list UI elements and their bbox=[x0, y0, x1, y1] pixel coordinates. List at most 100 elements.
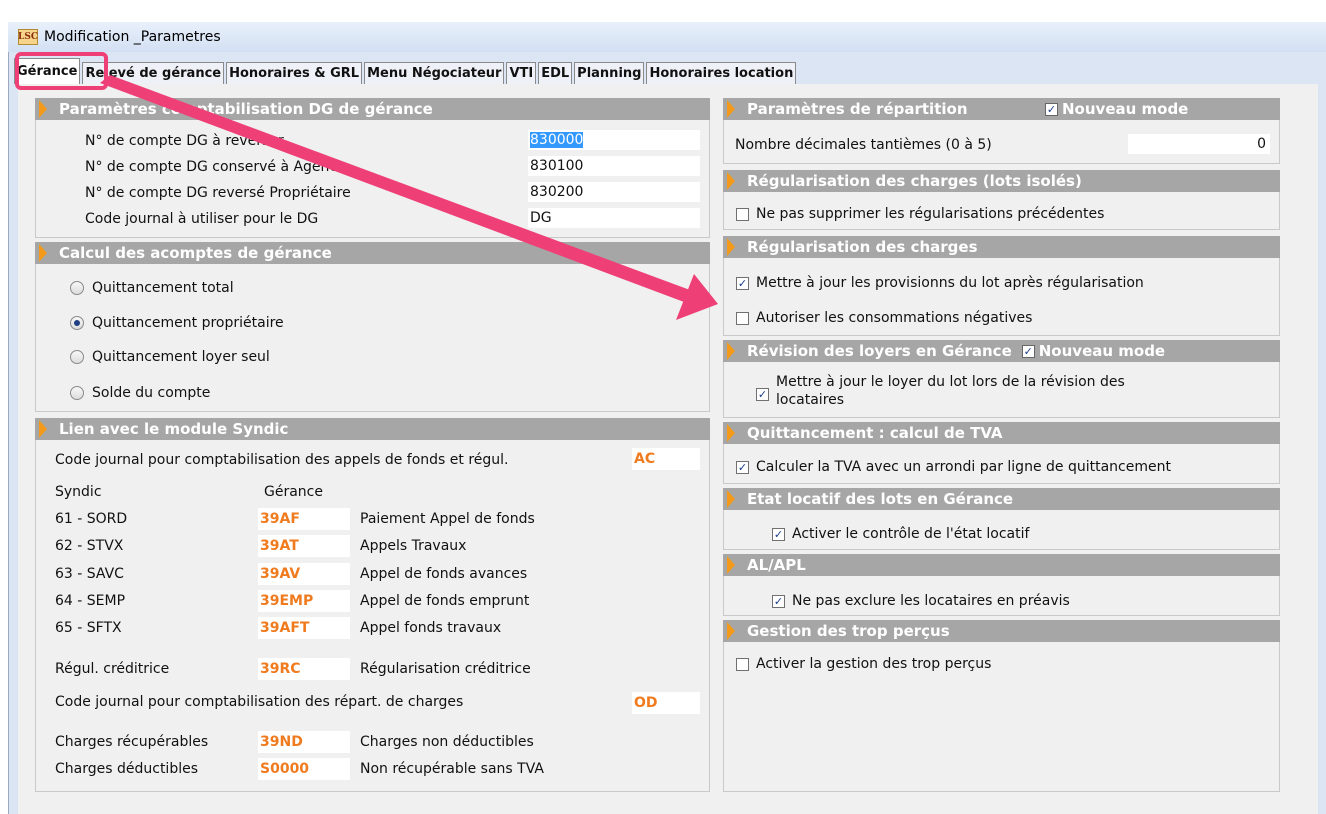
dg-account-field[interactable]: 830000 bbox=[528, 130, 700, 150]
dg-label: N° de compte DG reversé Propriétaire bbox=[85, 185, 351, 201]
syndic-section-header: Lien avec le module Syndic bbox=[35, 418, 710, 440]
orange-triangle-icon bbox=[727, 100, 735, 118]
etat-control-checkbox[interactable] bbox=[772, 528, 785, 541]
update-provisions-checkbox[interactable] bbox=[736, 277, 749, 290]
radio-quittancement-proprietaire[interactable] bbox=[70, 316, 84, 330]
dg-account-field[interactable]: 830100 bbox=[528, 156, 700, 176]
app-logo-icon: LSC bbox=[18, 29, 38, 45]
regul-isoles-section-title: Régularisation des charges (lots isolés) bbox=[747, 172, 1082, 190]
charges-code-field[interactable]: 39ND bbox=[258, 731, 350, 753]
syndic-journal-code[interactable]: AC bbox=[632, 448, 700, 470]
orange-triangle-icon bbox=[727, 622, 735, 640]
gerance-code-field[interactable]: 39AFT bbox=[258, 617, 350, 639]
preavis-label: Ne pas exclure les locataires en préavis bbox=[792, 593, 1070, 609]
check-icon: ✓ bbox=[1021, 344, 1035, 358]
radio-quittancement-loyer-seul[interactable] bbox=[70, 350, 84, 364]
regul-code-field[interactable]: 39RC bbox=[258, 658, 350, 680]
syndic-journal-label: Code journal pour comptabilisation des a… bbox=[55, 452, 509, 468]
orange-triangle-icon bbox=[39, 420, 47, 438]
regul-charges-section-header: Régularisation des charges bbox=[723, 236, 1280, 258]
dg-journal-field[interactable]: DG bbox=[528, 208, 700, 228]
syndic-code-label: 63 - SAVC bbox=[55, 566, 124, 582]
charges-label: Charges déductibles bbox=[55, 761, 199, 777]
tab-vti[interactable]: VTI bbox=[506, 62, 537, 84]
gerance-code-field[interactable]: 39AV bbox=[258, 563, 350, 585]
regul-charges-section-title: Régularisation des charges bbox=[747, 238, 978, 256]
regul-isoles-section-header: Régularisation des charges (lots isolés) bbox=[723, 170, 1280, 192]
syndic-code-label: 65 - SFTX bbox=[55, 620, 122, 636]
tva-rounding-label: Calculer la TVA avec un arrondi par lign… bbox=[756, 459, 1171, 475]
negative-consumption-label: Autoriser les consommations négatives bbox=[756, 310, 1033, 326]
gerance-code-field[interactable]: 39AF bbox=[258, 508, 350, 530]
tab-honoraires-location[interactable]: Honoraires location bbox=[646, 62, 797, 84]
repart-journal-code[interactable]: OD bbox=[632, 692, 700, 714]
col-gerance-header: Gérance bbox=[264, 484, 323, 500]
tva-section-title: Quittancement : calcul de TVA bbox=[747, 424, 1003, 442]
orange-triangle-icon bbox=[727, 490, 735, 508]
charges-code-field[interactable]: S0000 bbox=[258, 758, 350, 780]
decimals-label: Nombre décimales tantièmes (0 à 5) bbox=[735, 137, 992, 153]
trop-section-header: Gestion des trop perçus bbox=[723, 620, 1280, 642]
dg-account-field[interactable]: 830200 bbox=[528, 182, 700, 202]
orange-triangle-icon bbox=[39, 100, 47, 118]
revision-mode-label: Nouveau mode bbox=[1038, 342, 1166, 360]
charges-description: Charges non déductibles bbox=[360, 734, 534, 750]
orange-triangle-icon bbox=[727, 238, 735, 256]
etat-control-label: Activer le contrôle de l'état locatif bbox=[792, 526, 1030, 542]
syndic-code-label: 62 - STVX bbox=[55, 538, 124, 554]
charges-description: Non récupérable sans TVA bbox=[360, 761, 544, 777]
orange-triangle-icon bbox=[727, 172, 735, 190]
no-delete-regul-checkbox[interactable] bbox=[736, 208, 749, 221]
orange-triangle-icon bbox=[727, 556, 735, 574]
radio-label: Quittancement total bbox=[92, 280, 234, 296]
repartition-mode-label: Nouveau mode bbox=[1062, 100, 1189, 118]
update-provisions-label: Mettre à jour les provisionns du lot apr… bbox=[756, 275, 1144, 291]
dg-label: N° de compte DG conservé à Agence bbox=[85, 159, 346, 175]
trop-panel bbox=[723, 620, 1280, 792]
repartition-mode-checkbox[interactable]: ✓ Nouveau mode bbox=[1045, 100, 1188, 118]
tab-edl[interactable]: EDL bbox=[538, 62, 573, 84]
tab-highlight-annotation bbox=[15, 52, 108, 90]
tab-honoraires-grl[interactable]: Honoraires & GRL bbox=[226, 62, 363, 84]
repartition-section-header: Paramètres de répartition ✓ Nouveau mode bbox=[723, 98, 1280, 120]
gerance-code-field[interactable]: 39AT bbox=[258, 535, 350, 557]
syndic-section-title: Lien avec le module Syndic bbox=[59, 420, 289, 438]
alapl-section-header: AL/APL bbox=[723, 554, 1280, 576]
window-title: Modification _Parametres bbox=[44, 29, 221, 45]
decimals-field[interactable]: 0 bbox=[1128, 134, 1270, 154]
radio-label: Quittancement propriétaire bbox=[92, 315, 284, 331]
tab-bar: Gérance Relevé de gérance Honoraires & G… bbox=[14, 58, 798, 84]
radio-solde-compte[interactable] bbox=[70, 386, 84, 400]
code-description: Appel de fonds emprunt bbox=[360, 593, 530, 609]
preavis-checkbox[interactable] bbox=[772, 595, 785, 608]
tab-planning[interactable]: Planning bbox=[574, 62, 645, 84]
radio-quittancement-total[interactable] bbox=[70, 281, 84, 295]
dg-account-value: 830000 bbox=[530, 132, 584, 148]
trop-section-title: Gestion des trop perçus bbox=[747, 622, 950, 640]
regul-description: Régularisation créditrice bbox=[360, 661, 531, 677]
repartition-section-title: Paramètres de répartition bbox=[747, 100, 968, 118]
code-description: Appels Travaux bbox=[360, 538, 467, 554]
tva-rounding-checkbox[interactable] bbox=[736, 461, 749, 474]
regul-label: Régul. créditrice bbox=[55, 661, 170, 677]
code-description: Appel fonds travaux bbox=[360, 620, 502, 636]
trop-percus-label: Activer la gestion des trop perçus bbox=[756, 656, 992, 672]
repart-journal-label: Code journal pour comptabilisation des r… bbox=[55, 694, 464, 710]
orange-triangle-icon bbox=[727, 424, 735, 442]
tva-section-header: Quittancement : calcul de TVA bbox=[723, 422, 1280, 444]
syndic-code-label: 61 - SORD bbox=[55, 511, 128, 527]
dg-section-title: Paramètres comptabilisation DG de géranc… bbox=[59, 100, 433, 118]
update-rent-label-line1: Mettre à jour le loyer du lot lors de la… bbox=[776, 374, 1125, 390]
dg-section-header: Paramètres comptabilisation DG de géranc… bbox=[35, 98, 710, 120]
acomptes-section-title: Calcul des acomptes de gérance bbox=[59, 244, 332, 262]
syndic-code-label: 64 - SEMP bbox=[55, 593, 126, 609]
update-rent-checkbox[interactable] bbox=[756, 388, 769, 401]
tab-menu-negociateur[interactable]: Menu Négociateur bbox=[364, 62, 505, 84]
gerance-code-field[interactable]: 39EMP bbox=[258, 590, 350, 612]
col-syndic-header: Syndic bbox=[55, 484, 102, 500]
update-rent-label-line2: locataires bbox=[776, 392, 845, 408]
negative-consumption-checkbox[interactable] bbox=[736, 312, 749, 325]
code-description: Paiement Appel de fonds bbox=[360, 511, 535, 527]
revision-mode-checkbox[interactable]: ✓ Nouveau mode bbox=[1021, 342, 1166, 360]
trop-percus-checkbox[interactable] bbox=[736, 658, 749, 671]
